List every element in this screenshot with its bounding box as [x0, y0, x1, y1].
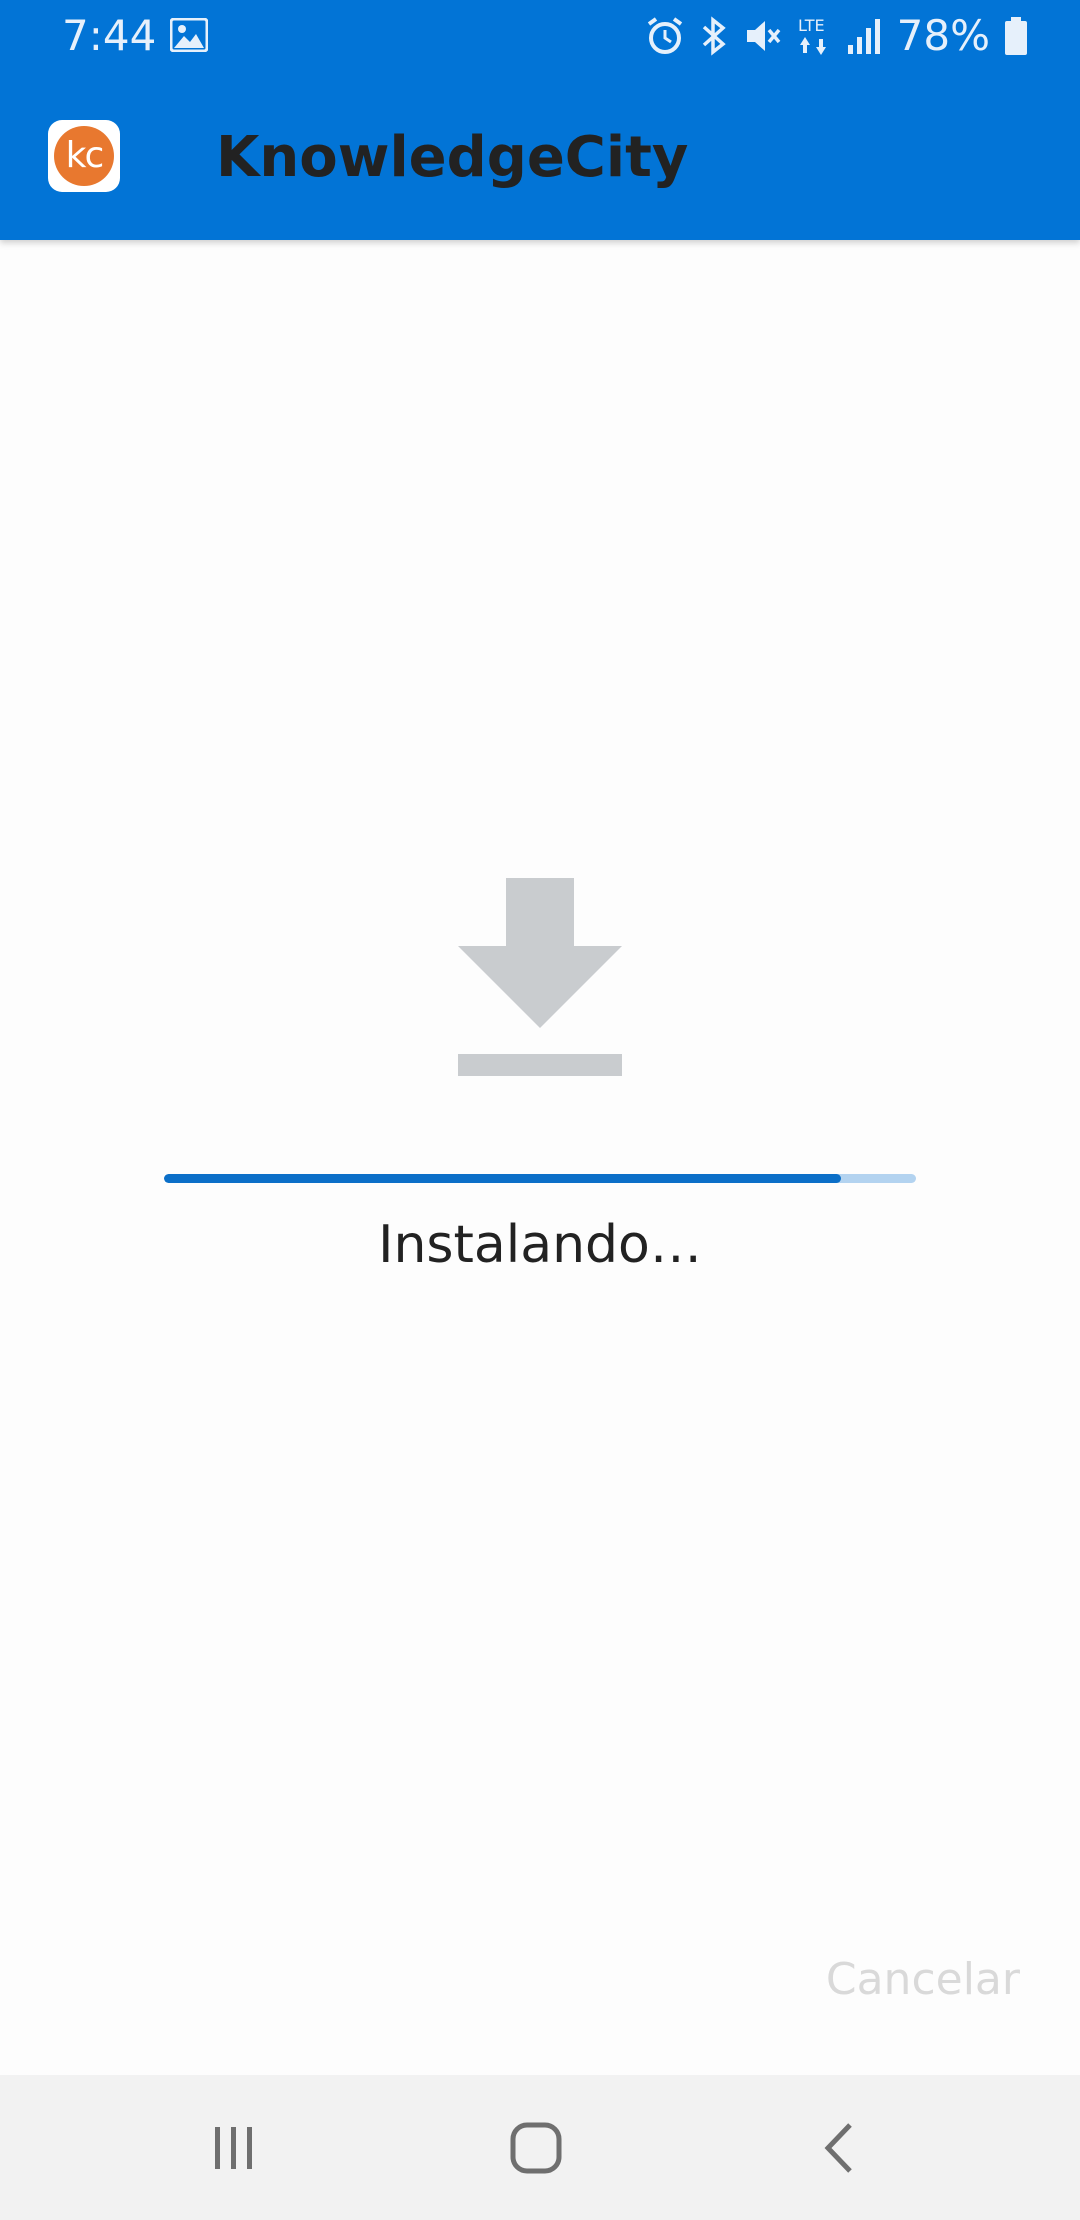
status-time: 7:44	[62, 11, 157, 60]
install-progress-bar	[164, 1174, 916, 1183]
app-logo: kc	[48, 120, 120, 192]
navigation-bar	[0, 2075, 1080, 2220]
app-header: 7:44 LTE 78% kc KnowledgeCity	[0, 0, 1080, 240]
status-icons: LTE 78%	[645, 8, 1028, 64]
install-progress-fill	[164, 1174, 841, 1183]
svg-text:LTE: LTE	[798, 16, 825, 35]
battery-percent: 78%	[896, 11, 990, 60]
download-icon	[458, 878, 622, 1076]
app-title: KnowledgeCity	[216, 125, 689, 190]
back-button[interactable]	[768, 2075, 908, 2220]
battery-icon	[1005, 17, 1027, 55]
back-icon	[824, 2122, 852, 2173]
cancel-button[interactable]: Cancelar	[826, 1950, 1020, 2010]
home-icon	[510, 2122, 562, 2173]
recents-icon	[215, 2126, 252, 2169]
bluetooth-icon	[702, 16, 726, 56]
gallery-icon	[170, 18, 208, 52]
signal-icon	[847, 19, 880, 54]
install-status-text: Instalando…	[378, 1215, 702, 1275]
lte-icon: LTE	[798, 16, 826, 55]
recents-button[interactable]	[164, 2075, 304, 2220]
app-logo-mark: kc	[54, 126, 114, 186]
mute-icon	[746, 21, 780, 51]
alarm-icon	[647, 17, 682, 54]
home-button[interactable]	[466, 2075, 606, 2220]
screen: 7:44 LTE 78% kc KnowledgeCity Instalando…	[0, 0, 1080, 2220]
